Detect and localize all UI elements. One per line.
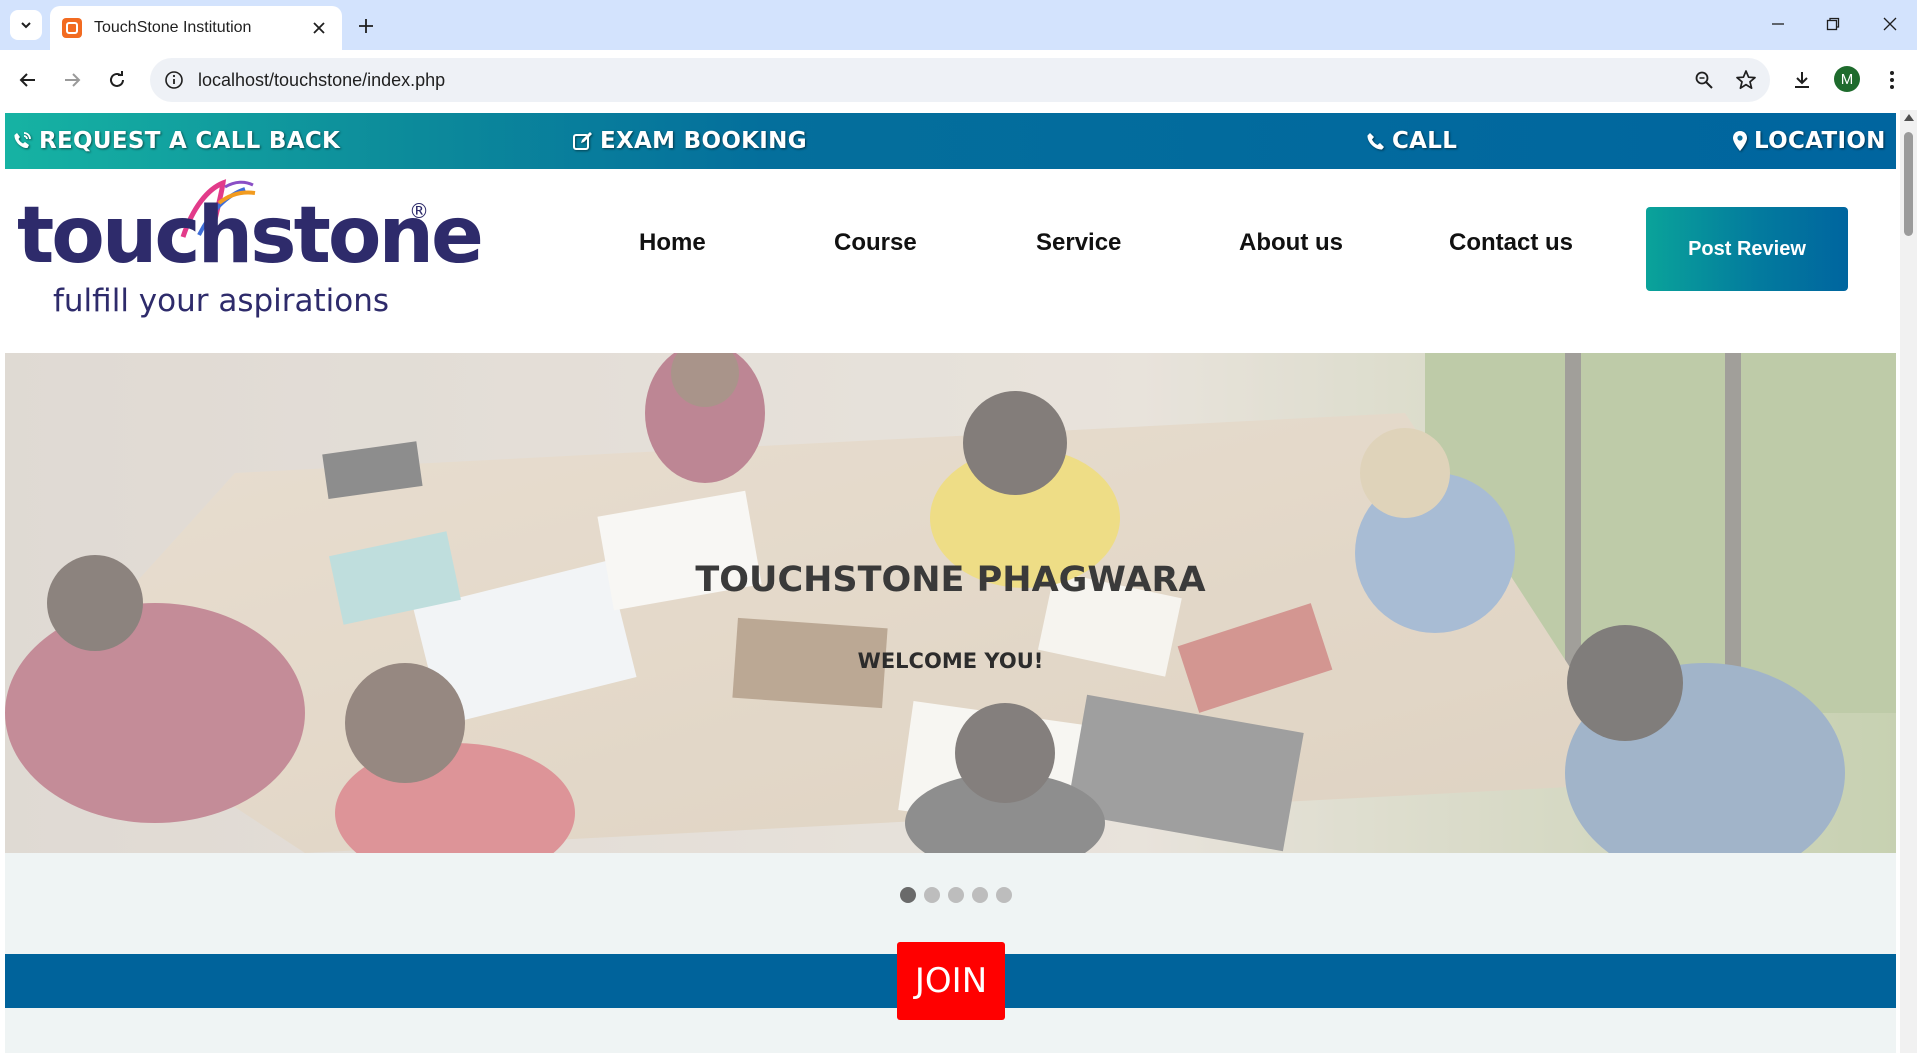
scroll-up-arrow-icon[interactable] bbox=[1904, 114, 1914, 121]
restore-icon bbox=[1826, 17, 1840, 31]
site-header: touchstone ® fulfill your aspirations Ho… bbox=[5, 169, 1896, 353]
call-link[interactable]: CALL bbox=[1366, 113, 1457, 169]
carousel-dot-4[interactable] bbox=[971, 887, 988, 903]
carousel-dot-2[interactable] bbox=[923, 887, 940, 903]
address-bar[interactable]: localhost/touchstone/index.php bbox=[150, 58, 1770, 102]
nav-contact-us[interactable]: Contact us bbox=[1449, 229, 1573, 265]
reload-icon bbox=[110, 71, 124, 87]
profile-avatar[interactable]: M bbox=[1834, 66, 1860, 92]
scrollbar-thumb[interactable] bbox=[1904, 132, 1913, 236]
nav-home[interactable]: Home bbox=[639, 229, 706, 265]
hero-subtitle: WELCOME YOU! bbox=[857, 649, 1044, 673]
carousel-dot-1[interactable] bbox=[899, 887, 916, 903]
zoom-icon[interactable] bbox=[1686, 62, 1722, 98]
browser-menu-button[interactable] bbox=[1876, 64, 1908, 96]
minimize-icon bbox=[1772, 23, 1784, 25]
tab-title: TouchStone Institution bbox=[94, 19, 252, 36]
edit-icon bbox=[573, 132, 592, 150]
page-scrollbar[interactable] bbox=[1900, 110, 1917, 1053]
site-favicon-icon bbox=[62, 18, 82, 38]
page-viewport: REQUEST A CALL BACK EXAM BOOKING CALL LO… bbox=[0, 110, 1917, 1053]
request-call-back-link[interactable]: REQUEST A CALL BACK bbox=[11, 113, 340, 169]
browser-toolbar: localhost/touchstone/index.php bbox=[0, 50, 1917, 110]
browser-tab-strip: TouchStone Institution bbox=[0, 0, 1917, 50]
nav-about-us[interactable]: About us bbox=[1239, 229, 1343, 265]
carousel-dot-3[interactable] bbox=[947, 887, 964, 903]
hero-overlay bbox=[5, 353, 1896, 853]
plus-icon bbox=[359, 19, 373, 33]
map-marker-icon bbox=[1733, 131, 1747, 151]
bookmark-star-icon[interactable] bbox=[1728, 62, 1764, 98]
location-link[interactable]: LOCATION bbox=[1732, 113, 1886, 169]
phone-volume-icon bbox=[14, 132, 31, 149]
download-icon bbox=[1795, 72, 1809, 88]
contact-strip: REQUEST A CALL BACK EXAM BOOKING CALL LO… bbox=[5, 113, 1896, 169]
more-vertical-icon bbox=[1890, 71, 1894, 89]
hero-title: TOUCHSTONE PHAGWARA bbox=[695, 560, 1206, 600]
close-tab-icon[interactable] bbox=[308, 17, 330, 39]
site-info-icon[interactable] bbox=[164, 70, 184, 90]
call-label: CALL bbox=[1392, 128, 1458, 154]
hero-carousel[interactable]: TOUCHSTONE PHAGWARA WELCOME YOU! bbox=[5, 353, 1896, 853]
logo-tagline: fulfill your aspirations bbox=[53, 283, 390, 319]
exam-booking-label: EXAM BOOKING bbox=[600, 128, 807, 154]
phone-icon bbox=[1367, 133, 1384, 150]
request-call-back-label: REQUEST A CALL BACK bbox=[39, 128, 341, 154]
arrow-right-icon bbox=[65, 73, 81, 87]
close-icon bbox=[1883, 17, 1897, 31]
logo-registered-mark: ® bbox=[409, 199, 429, 223]
new-tab-button[interactable] bbox=[352, 12, 380, 40]
post-review-button[interactable]: Post Review bbox=[1646, 207, 1848, 291]
web-page: REQUEST A CALL BACK EXAM BOOKING CALL LO… bbox=[5, 110, 1896, 1053]
downloads-button[interactable] bbox=[1786, 64, 1818, 96]
nav-service[interactable]: Service bbox=[1036, 229, 1121, 265]
reload-button[interactable] bbox=[101, 64, 133, 96]
arrow-left-icon bbox=[19, 73, 35, 87]
touchstone-logo[interactable]: touchstone ® fulfill your aspirations bbox=[13, 177, 484, 337]
back-button[interactable] bbox=[12, 64, 44, 96]
close-window-button[interactable] bbox=[1870, 8, 1910, 40]
minimize-button[interactable] bbox=[1758, 8, 1798, 40]
join-button[interactable]: JOIN bbox=[897, 942, 1005, 1020]
tab-search-button[interactable] bbox=[10, 10, 42, 40]
carousel-dot-5[interactable] bbox=[995, 887, 1012, 903]
url-text: localhost/touchstone/index.php bbox=[198, 69, 446, 90]
forward-button[interactable] bbox=[56, 64, 88, 96]
restore-button[interactable] bbox=[1813, 8, 1853, 40]
carousel-indicators bbox=[5, 887, 1896, 903]
exam-booking-link[interactable]: EXAM BOOKING bbox=[572, 113, 807, 169]
chevron-down-icon bbox=[21, 22, 31, 29]
location-label: LOCATION bbox=[1754, 128, 1886, 154]
browser-tab[interactable]: TouchStone Institution bbox=[50, 6, 342, 50]
nav-course[interactable]: Course bbox=[834, 229, 917, 265]
